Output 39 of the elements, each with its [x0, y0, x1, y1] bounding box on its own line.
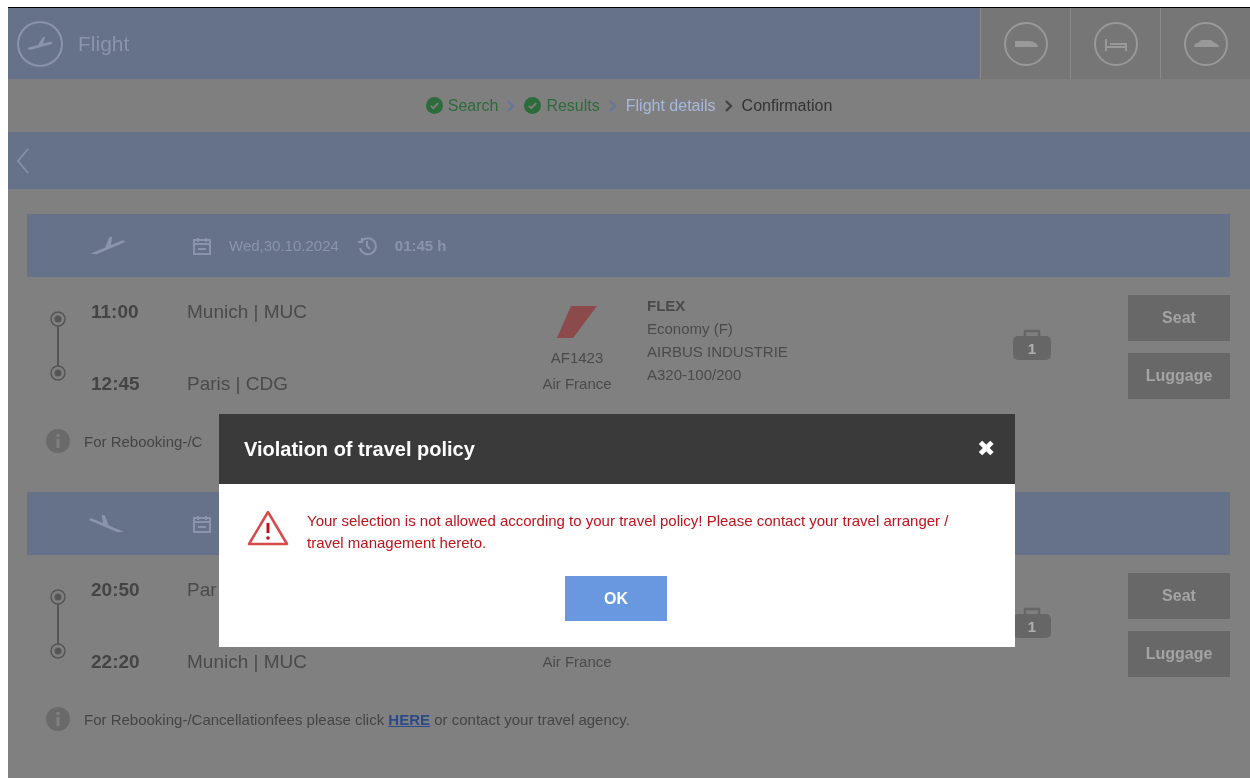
chevron-icon	[506, 99, 517, 112]
bed-icon	[1091, 19, 1140, 68]
ok-button[interactable]: OK	[565, 576, 667, 621]
route-line-icon	[48, 311, 68, 381]
breadcrumb-step: Confirmation	[741, 96, 833, 115]
info-text: For Rebooking-/C	[84, 432, 203, 450]
check-circle-icon	[425, 97, 443, 114]
segment-button[interactable]: Luggage	[1128, 353, 1230, 399]
here-link[interactable]: HERE	[388, 710, 430, 728]
car-icon	[1181, 19, 1230, 68]
plane-icon	[16, 19, 64, 68]
hotel-tab[interactable]	[1070, 8, 1160, 79]
back-chevron-icon[interactable]	[16, 146, 30, 175]
departure-time: 11:00	[91, 301, 140, 323]
info-text: For Rebooking-/Cancellationfees please click HERE or contact your travel agency.	[84, 710, 630, 728]
breadcrumb-step: Flight details	[625, 96, 716, 115]
train-icon	[1001, 19, 1050, 68]
car-tab[interactable]	[1160, 8, 1250, 79]
chevron-icon	[607, 99, 618, 112]
arrival-time: 22:20	[91, 651, 141, 673]
clock-icon	[356, 235, 377, 256]
departure-time: 20:50	[91, 579, 141, 601]
arrival-time: 12:45	[91, 373, 141, 395]
segment-button[interactable]: Luggage	[1128, 631, 1230, 677]
route-line-icon	[48, 589, 68, 659]
airline-logo	[557, 303, 597, 341]
dialog-title: Violation of travel policy	[244, 437, 475, 461]
close-button[interactable]: ✖	[977, 436, 995, 462]
train-tab[interactable]	[980, 8, 1070, 79]
segment-button[interactable]: Seat	[1128, 295, 1230, 341]
breadcrumb-step[interactable]: Results	[546, 96, 600, 115]
warning-icon	[247, 510, 289, 546]
dialog-message: Your selection is not allowed according to your travel policy! Please contact your travel arranger / travel management hereto.	[307, 511, 950, 553]
check-circle-icon	[524, 97, 542, 114]
segment-button[interactable]: Seat	[1128, 573, 1230, 619]
calendar-icon	[193, 514, 211, 533]
breadcrumb-step[interactable]: Search	[447, 96, 499, 115]
chevron-icon	[723, 99, 734, 112]
calendar-icon	[193, 236, 211, 255]
